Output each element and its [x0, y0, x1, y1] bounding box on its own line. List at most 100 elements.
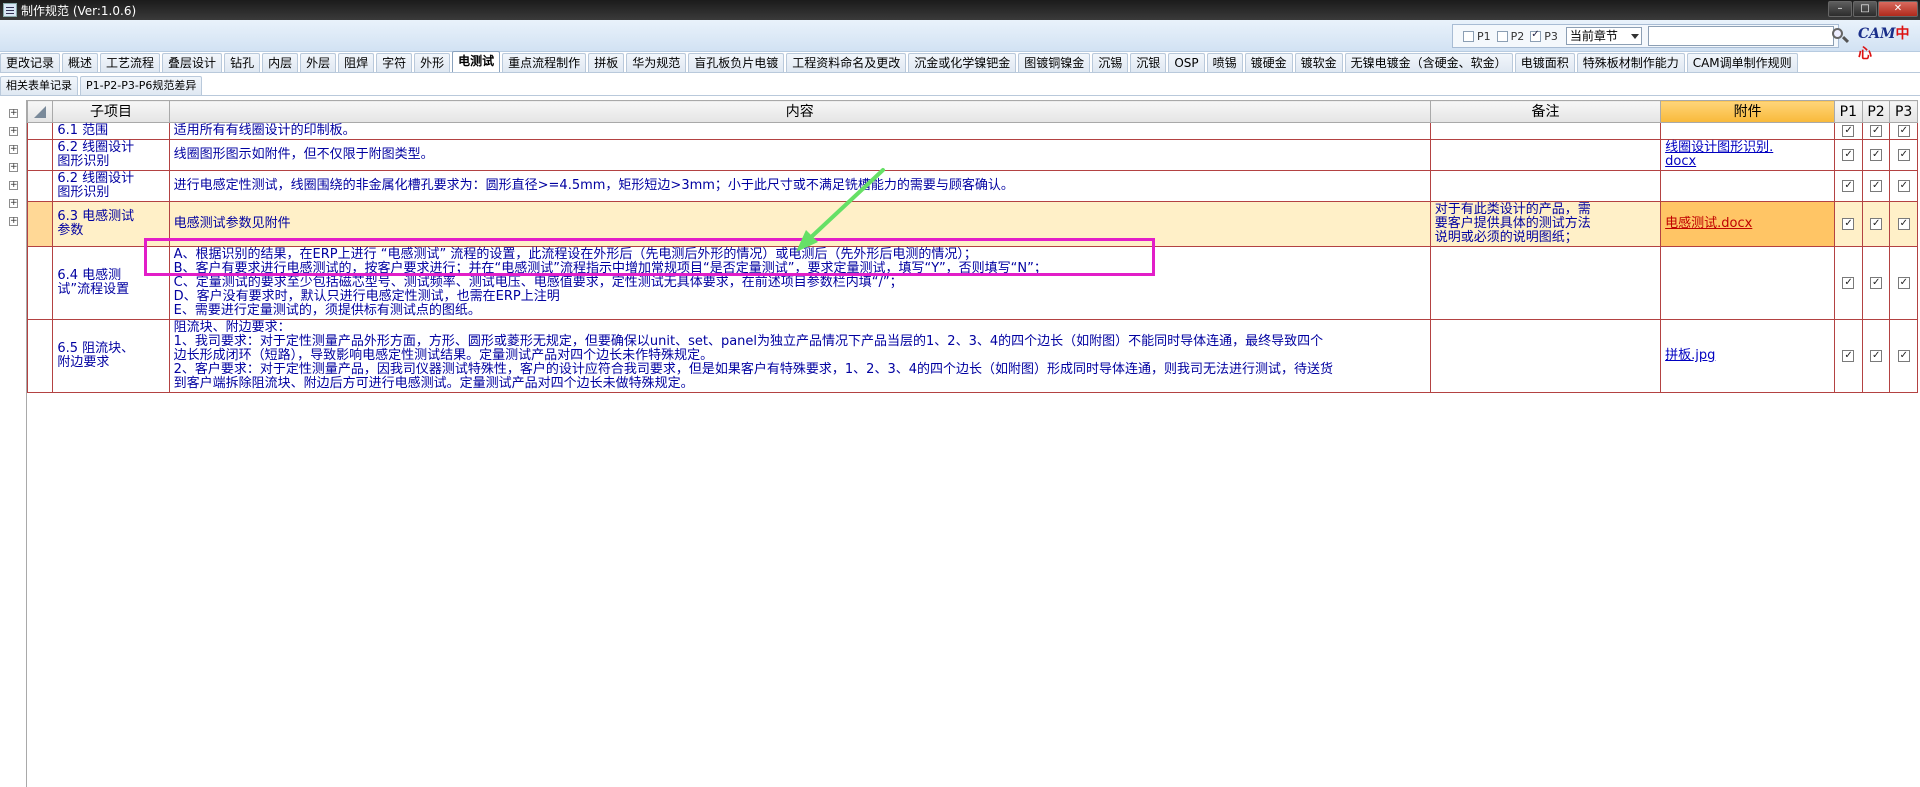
expand-icon[interactable]: + [9, 217, 18, 226]
tab-r1-16[interactable]: 沉金或化学镍钯金 [908, 53, 1017, 72]
table-row[interactable]: 6.5 阻流块、 附边要求 阻流块、附边要求： 1、我司要求：对于定性测量产品外形方面… [26, 319, 1918, 393]
expand-icon[interactable]: + [9, 127, 18, 136]
maximize-button[interactable]: □ [1853, 1, 1877, 17]
attachment-link[interactable]: 线圈设计图形识别. [1665, 140, 1773, 155]
p1-checkbox[interactable] [1842, 179, 1855, 193]
cell-remark[interactable]: 对于有此类设计的产品，需 要客户提供具体的测试方法 说明或必须的说明图纸； [1429, 201, 1662, 247]
attachment-link[interactable]: 电感测试.docx [1665, 216, 1752, 231]
row-selector[interactable] [26, 201, 54, 247]
p1-checkbox[interactable] [1842, 124, 1855, 138]
table-row[interactable]: 6.4 电感测 试”流程设置 A、根据识别的结果，在ERP上进行 “电感测试” 流程… [26, 246, 1918, 320]
table-row[interactable]: 6.1 范围 适用所有有线圈设计的印制板。 [26, 122, 1918, 140]
tab-r1-21[interactable]: 喷锡 [1206, 53, 1243, 72]
p3-checkbox[interactable] [1897, 276, 1910, 290]
tab-r1-24[interactable]: 无镍电镀金（含硬金、软金） [1344, 53, 1513, 72]
tab-r1-13[interactable]: 华为规范 [626, 53, 687, 72]
tab-r1-25[interactable]: 电镀面积 [1514, 53, 1575, 72]
expand-icon[interactable]: + [9, 145, 18, 154]
cell-sub[interactable]: 6.1 范围 [52, 122, 170, 140]
attachment-link[interactable]: 拼板.jpg [1665, 348, 1715, 363]
header-remark[interactable]: 备注 [1429, 100, 1662, 123]
p2-checkbox[interactable] [1869, 148, 1882, 162]
p3-checkbox[interactable] [1897, 179, 1910, 193]
tab-r1-9[interactable]: 外形 [414, 53, 451, 72]
select-all-corner[interactable] [26, 100, 54, 123]
header-content[interactable]: 内容 [168, 100, 1431, 123]
cell-content[interactable]: 电感测试参数见附件 [168, 201, 1431, 247]
tab-r1-0[interactable]: 更改记录 [0, 53, 61, 72]
header-attachment[interactable]: 附件 [1660, 100, 1836, 123]
p3-checkbox[interactable] [1897, 148, 1910, 162]
tab-r1-7[interactable]: 阻焊 [338, 53, 375, 72]
tab-r1-14[interactable]: 盲孔板负片电镀 [688, 53, 785, 72]
cell-content[interactable]: A、根据识别的结果，在ERP上进行 “电感测试” 流程的设置，此流程设在外形后（… [168, 246, 1431, 320]
cell-content[interactable]: 适用所有有线圈设计的印制板。 [168, 122, 1431, 140]
expand-icon[interactable]: + [9, 163, 18, 172]
p3-checkbox[interactable] [1897, 349, 1910, 363]
expand-icon[interactable]: + [9, 199, 18, 208]
tab-r1-26[interactable]: 特殊板材制作能力 [1576, 53, 1685, 72]
p2-checkbox[interactable] [1869, 349, 1882, 363]
cell-remark[interactable] [1429, 246, 1662, 320]
header-sub[interactable]: 子项目 [52, 100, 170, 123]
row-selector[interactable] [26, 246, 54, 320]
tab-r1-27[interactable]: CAM调单制作规则 [1686, 53, 1798, 72]
tab-r1-4[interactable]: 钻孔 [224, 53, 261, 72]
cell-sub[interactable]: 6.2 线圈设计 图形识别 [52, 170, 170, 202]
filter-p2-checkbox[interactable] [1496, 30, 1508, 42]
filter-p1-checkbox[interactable] [1463, 30, 1474, 42]
table-row[interactable]: 6.2 线圈设计 图形识别 线圈图形图示如附件，但不仅限于附图类型。 线圈设计图形识别… [26, 139, 1918, 171]
tab-r1-22[interactable]: 镀硬金 [1244, 53, 1293, 72]
tab-r2-0[interactable]: 相关表单记录 [0, 76, 78, 95]
cell-sub[interactable]: 6.4 电感测 试”流程设置 [52, 246, 170, 320]
filter-p3-checkbox[interactable] [1530, 29, 1542, 42]
tab-r1-3[interactable]: 叠层设计 [162, 53, 223, 72]
table-row[interactable]: 6.2 线圈设计 图形识别 进行电感定性测试，线圈围绕的非金属化槽孔要求为：圆形直径… [26, 170, 1918, 202]
row-selector[interactable] [26, 170, 54, 202]
cell-content[interactable]: 线圈图形图示如附件，但不仅限于附图类型。 [168, 139, 1431, 171]
row-selector[interactable] [26, 122, 54, 140]
close-button[interactable]: ✕ [1878, 1, 1918, 17]
tab-r1-17[interactable]: 图镀铜镍金 [1018, 53, 1091, 72]
p2-checkbox[interactable] [1869, 124, 1882, 138]
tab-r1-2[interactable]: 工艺流程 [100, 53, 161, 72]
tab-r1-1[interactable]: 概述 [62, 53, 99, 72]
tab-r1-19[interactable]: 沉银 [1130, 53, 1167, 72]
header-p1[interactable]: P1 [1834, 100, 1863, 123]
tab-r1-11[interactable]: 重点流程制作 [502, 53, 587, 72]
row-selector[interactable] [26, 139, 54, 171]
p1-checkbox[interactable] [1842, 349, 1855, 363]
tab-r1-8[interactable]: 字符 [376, 53, 413, 72]
tab-r1-5[interactable]: 内层 [262, 53, 299, 72]
row-selector[interactable] [26, 319, 54, 393]
header-p3[interactable]: P3 [1889, 100, 1918, 123]
scope-select[interactable]: 当前章节 [1565, 27, 1642, 45]
tab-r1-15[interactable]: 工程资料命名及更改 [786, 53, 907, 72]
cell-remark[interactable] [1429, 139, 1662, 171]
header-p2[interactable]: P2 [1861, 100, 1891, 123]
p1-checkbox[interactable] [1842, 276, 1855, 290]
tab-r1-23[interactable]: 镀软金 [1294, 53, 1343, 72]
tab-r2-1[interactable]: P1-P2-P3-P6规范差异 [80, 76, 203, 95]
expand-icon[interactable]: + [9, 109, 18, 118]
p2-checkbox[interactable] [1869, 217, 1882, 231]
search-input[interactable] [1647, 26, 1834, 46]
tab-r1-20[interactable]: OSP [1168, 53, 1205, 72]
attachment-link[interactable]: docx [1665, 154, 1696, 169]
cell-sub[interactable]: 6.2 线圈设计 图形识别 [52, 139, 170, 171]
cell-sub[interactable]: 6.5 阻流块、 附边要求 [52, 319, 170, 393]
minimize-button[interactable]: – [1828, 1, 1852, 17]
search-button[interactable] [1830, 26, 1850, 46]
cell-remark[interactable] [1429, 170, 1662, 202]
p3-checkbox[interactable] [1897, 124, 1910, 138]
cell-remark[interactable] [1429, 319, 1662, 393]
table-row[interactable]: 6.3 电感测试 参数 电感测试参数见附件 对于有此类设计的产品，需 要客户提供具体的测… [26, 201, 1918, 247]
expand-icon[interactable]: + [9, 181, 18, 190]
p2-checkbox[interactable] [1869, 276, 1882, 290]
cell-remark[interactable] [1429, 122, 1662, 140]
cell-content[interactable]: 进行电感定性测试，线圈围绕的非金属化槽孔要求为：圆形直径>=4.5mm，矩形短边… [168, 170, 1431, 202]
p1-checkbox[interactable] [1842, 217, 1855, 231]
cell-content[interactable]: 阻流块、附边要求： 1、我司要求：对于定性测量产品外形方面，方形、圆形或菱形无规定… [168, 319, 1431, 393]
p3-checkbox[interactable] [1897, 217, 1910, 231]
p2-checkbox[interactable] [1869, 179, 1882, 193]
